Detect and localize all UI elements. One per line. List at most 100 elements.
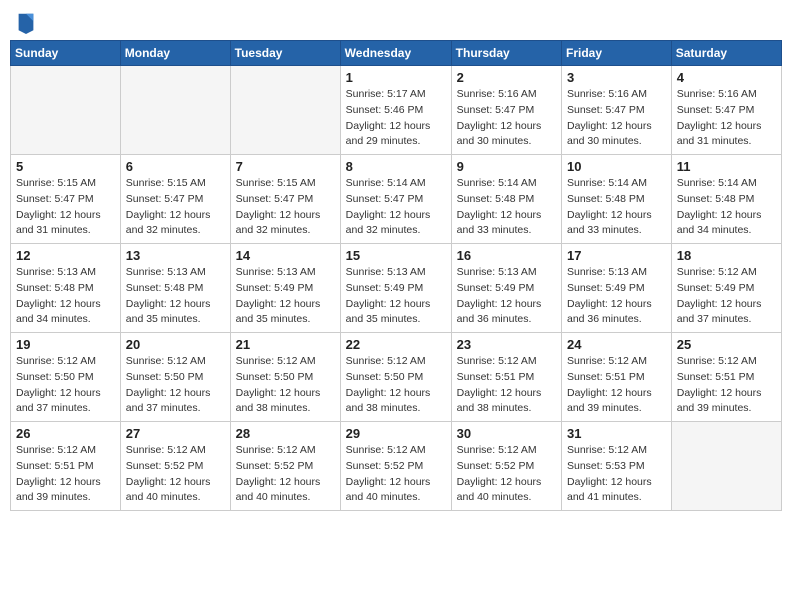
day-info: Sunrise: 5:17 AMSunset: 5:46 PMDaylight:… bbox=[346, 87, 446, 150]
day-info: Sunrise: 5:12 AMSunset: 5:52 PMDaylight:… bbox=[236, 443, 335, 506]
day-info: Sunrise: 5:13 AMSunset: 5:49 PMDaylight:… bbox=[236, 265, 335, 328]
calendar-cell: 20 Sunrise: 5:12 AMSunset: 5:50 PMDayligh… bbox=[120, 333, 230, 422]
calendar-cell: 4Sunrise: 5:16 AMSunset: 5:47 PMDaylight… bbox=[671, 66, 781, 155]
day-number: 27 bbox=[126, 426, 225, 441]
week-row-5: 26 Sunrise: 5:12 AMSunset: 5:51 PMDayligh… bbox=[11, 422, 782, 511]
day-info: Sunrise: 5:12 AMSunset: 5:53 PMDaylight:… bbox=[567, 443, 666, 506]
day-number: 3 bbox=[567, 70, 666, 85]
calendar-cell bbox=[671, 422, 781, 511]
day-number: 6 bbox=[126, 159, 225, 174]
weekday-header-friday: Friday bbox=[562, 41, 672, 66]
day-info: Sunrise: 5:13 AMSunset: 5:49 PMDaylight:… bbox=[567, 265, 666, 328]
calendar-cell: 9Sunrise: 5:14 AMSunset: 5:48 PMDaylight… bbox=[451, 155, 561, 244]
day-number: 29 bbox=[346, 426, 446, 441]
day-number: 4 bbox=[677, 70, 776, 85]
calendar-cell: 10 Sunrise: 5:14 AMSunset: 5:48 PMDayligh… bbox=[562, 155, 672, 244]
calendar-cell: 18 Sunrise: 5:12 AMSunset: 5:49 PMDayligh… bbox=[671, 244, 781, 333]
calendar-cell: 28 Sunrise: 5:12 AMSunset: 5:52 PMDayligh… bbox=[230, 422, 340, 511]
day-number: 23 bbox=[457, 337, 556, 352]
calendar-cell bbox=[11, 66, 121, 155]
day-number: 28 bbox=[236, 426, 335, 441]
day-number: 18 bbox=[677, 248, 776, 263]
day-number: 10 bbox=[567, 159, 666, 174]
calendar-cell: 2 Sunrise: 5:16 AMSunset: 5:47 PMDaylight… bbox=[451, 66, 561, 155]
calendar-cell: 22 Sunrise: 5:12 AMSunset: 5:50 PMDayligh… bbox=[340, 333, 451, 422]
page-header bbox=[10, 10, 782, 34]
weekday-header-wednesday: Wednesday bbox=[340, 41, 451, 66]
day-number: 8 bbox=[346, 159, 446, 174]
calendar-cell: 14 Sunrise: 5:13 AMSunset: 5:49 PMDayligh… bbox=[230, 244, 340, 333]
weekday-header-thursday: Thursday bbox=[451, 41, 561, 66]
weekday-header-sunday: Sunday bbox=[11, 41, 121, 66]
day-info: Sunrise: 5:13 AMSunset: 5:49 PMDaylight:… bbox=[346, 265, 446, 328]
day-info: Sunrise: 5:12 AMSunset: 5:51 PMDaylight:… bbox=[457, 354, 556, 417]
day-info: Sunrise: 5:14 AMSunset: 5:47 PMDaylight:… bbox=[346, 176, 446, 239]
calendar-cell: 11 Sunrise: 5:14 AMSunset: 5:48 PMDayligh… bbox=[671, 155, 781, 244]
day-info: Sunrise: 5:15 AMSunset: 5:47 PMDaylight:… bbox=[16, 176, 115, 239]
calendar-cell: 17 Sunrise: 5:13 AMSunset: 5:49 PMDayligh… bbox=[562, 244, 672, 333]
calendar-cell: 12Sunrise: 5:13 AMSunset: 5:48 PMDayligh… bbox=[11, 244, 121, 333]
calendar-cell: 15 Sunrise: 5:13 AMSunset: 5:49 PMDayligh… bbox=[340, 244, 451, 333]
day-info: Sunrise: 5:12 AMSunset: 5:50 PMDaylight:… bbox=[346, 354, 446, 417]
calendar-cell: 7Sunrise: 5:15 AMSunset: 5:47 PMDaylight… bbox=[230, 155, 340, 244]
calendar-cell: 19Sunrise: 5:12 AMSunset: 5:50 PMDayligh… bbox=[11, 333, 121, 422]
day-number: 16 bbox=[457, 248, 556, 263]
calendar-cell: 24 Sunrise: 5:12 AMSunset: 5:51 PMDayligh… bbox=[562, 333, 672, 422]
logo-icon bbox=[16, 10, 36, 34]
day-number: 15 bbox=[346, 248, 446, 263]
calendar-cell bbox=[120, 66, 230, 155]
day-info: Sunrise: 5:12 AMSunset: 5:50 PMDaylight:… bbox=[126, 354, 225, 417]
calendar-cell: 25 Sunrise: 5:12 AMSunset: 5:51 PMDayligh… bbox=[671, 333, 781, 422]
day-info: Sunrise: 5:12 AMSunset: 5:50 PMDaylight:… bbox=[236, 354, 335, 417]
calendar-cell: 5 Sunrise: 5:15 AMSunset: 5:47 PMDaylight… bbox=[11, 155, 121, 244]
logo bbox=[14, 14, 36, 34]
calendar-cell: 23 Sunrise: 5:12 AMSunset: 5:51 PMDayligh… bbox=[451, 333, 561, 422]
day-info: Sunrise: 5:15 AMSunset: 5:47 PMDaylight:… bbox=[126, 176, 225, 239]
day-number: 26 bbox=[16, 426, 115, 441]
calendar-cell: 13Sunrise: 5:13 AMSunset: 5:48 PMDayligh… bbox=[120, 244, 230, 333]
day-info: Sunrise: 5:16 AMSunset: 5:47 PMDaylight:… bbox=[457, 87, 556, 150]
day-number: 31 bbox=[567, 426, 666, 441]
day-info: Sunrise: 5:12 AMSunset: 5:49 PMDaylight:… bbox=[677, 265, 776, 328]
day-number: 30 bbox=[457, 426, 556, 441]
week-row-3: 12 Sunrise: 5:13 AMSunset: 5:48 PMDayligh… bbox=[11, 244, 782, 333]
calendar-cell: 6 Sunrise: 5:15 AMSunset: 5:47 PMDaylight… bbox=[120, 155, 230, 244]
day-info: Sunrise: 5:14 AMSunset: 5:48 PMDaylight:… bbox=[457, 176, 556, 239]
day-info: Sunrise: 5:12 AMSunset: 5:51 PMDaylight:… bbox=[677, 354, 776, 417]
calendar-cell: 3Sunrise: 5:16 AMSunset: 5:47 PMDaylight… bbox=[562, 66, 672, 155]
day-info: Sunrise: 5:14 AMSunset: 5:48 PMDaylight:… bbox=[567, 176, 666, 239]
calendar-cell: 8 Sunrise: 5:14 AMSunset: 5:47 PMDaylight… bbox=[340, 155, 451, 244]
calendar-table: SundayMondayTuesdayWednesdayThursdayFrid… bbox=[10, 40, 782, 511]
day-info: Sunrise: 5:12 AMSunset: 5:52 PMDaylight:… bbox=[126, 443, 225, 506]
day-info: Sunrise: 5:12 AMSunset: 5:52 PMDaylight:… bbox=[346, 443, 446, 506]
day-number: 22 bbox=[346, 337, 446, 352]
calendar-cell: 30 Sunrise: 5:12 AMSunset: 5:52 PMDayligh… bbox=[451, 422, 561, 511]
day-number: 14 bbox=[236, 248, 335, 263]
weekday-header-row: SundayMondayTuesdayWednesdayThursdayFrid… bbox=[11, 41, 782, 66]
calendar-cell: 16 Sunrise: 5:13 AMSunset: 5:49 PMDayligh… bbox=[451, 244, 561, 333]
calendar-cell: 29 Sunrise: 5:12 AMSunset: 5:52 PMDayligh… bbox=[340, 422, 451, 511]
calendar-cell: 1Sunrise: 5:17 AMSunset: 5:46 PMDaylight… bbox=[340, 66, 451, 155]
calendar-cell: 27 Sunrise: 5:12 AMSunset: 5:52 PMDayligh… bbox=[120, 422, 230, 511]
calendar-cell bbox=[230, 66, 340, 155]
day-number: 24 bbox=[567, 337, 666, 352]
day-info: Sunrise: 5:12 AMSunset: 5:52 PMDaylight:… bbox=[457, 443, 556, 506]
weekday-header-saturday: Saturday bbox=[671, 41, 781, 66]
day-number: 5 bbox=[16, 159, 115, 174]
day-number: 20 bbox=[126, 337, 225, 352]
day-info: Sunrise: 5:13 AMSunset: 5:49 PMDaylight:… bbox=[457, 265, 556, 328]
day-info: Sunrise: 5:13 AMSunset: 5:48 PMDaylight:… bbox=[126, 265, 225, 328]
day-number: 11 bbox=[677, 159, 776, 174]
day-info: Sunrise: 5:14 AMSunset: 5:48 PMDaylight:… bbox=[677, 176, 776, 239]
day-number: 12 bbox=[16, 248, 115, 263]
day-info: Sunrise: 5:12 AMSunset: 5:51 PMDaylight:… bbox=[567, 354, 666, 417]
day-number: 2 bbox=[457, 70, 556, 85]
day-number: 21 bbox=[236, 337, 335, 352]
calendar-cell: 26 Sunrise: 5:12 AMSunset: 5:51 PMDayligh… bbox=[11, 422, 121, 511]
day-number: 19 bbox=[16, 337, 115, 352]
day-info: Sunrise: 5:12 AMSunset: 5:51 PMDaylight:… bbox=[16, 443, 115, 506]
calendar-cell: 31 Sunrise: 5:12 AMSunset: 5:53 PMDayligh… bbox=[562, 422, 672, 511]
day-number: 17 bbox=[567, 248, 666, 263]
day-number: 25 bbox=[677, 337, 776, 352]
week-row-2: 5 Sunrise: 5:15 AMSunset: 5:47 PMDaylight… bbox=[11, 155, 782, 244]
